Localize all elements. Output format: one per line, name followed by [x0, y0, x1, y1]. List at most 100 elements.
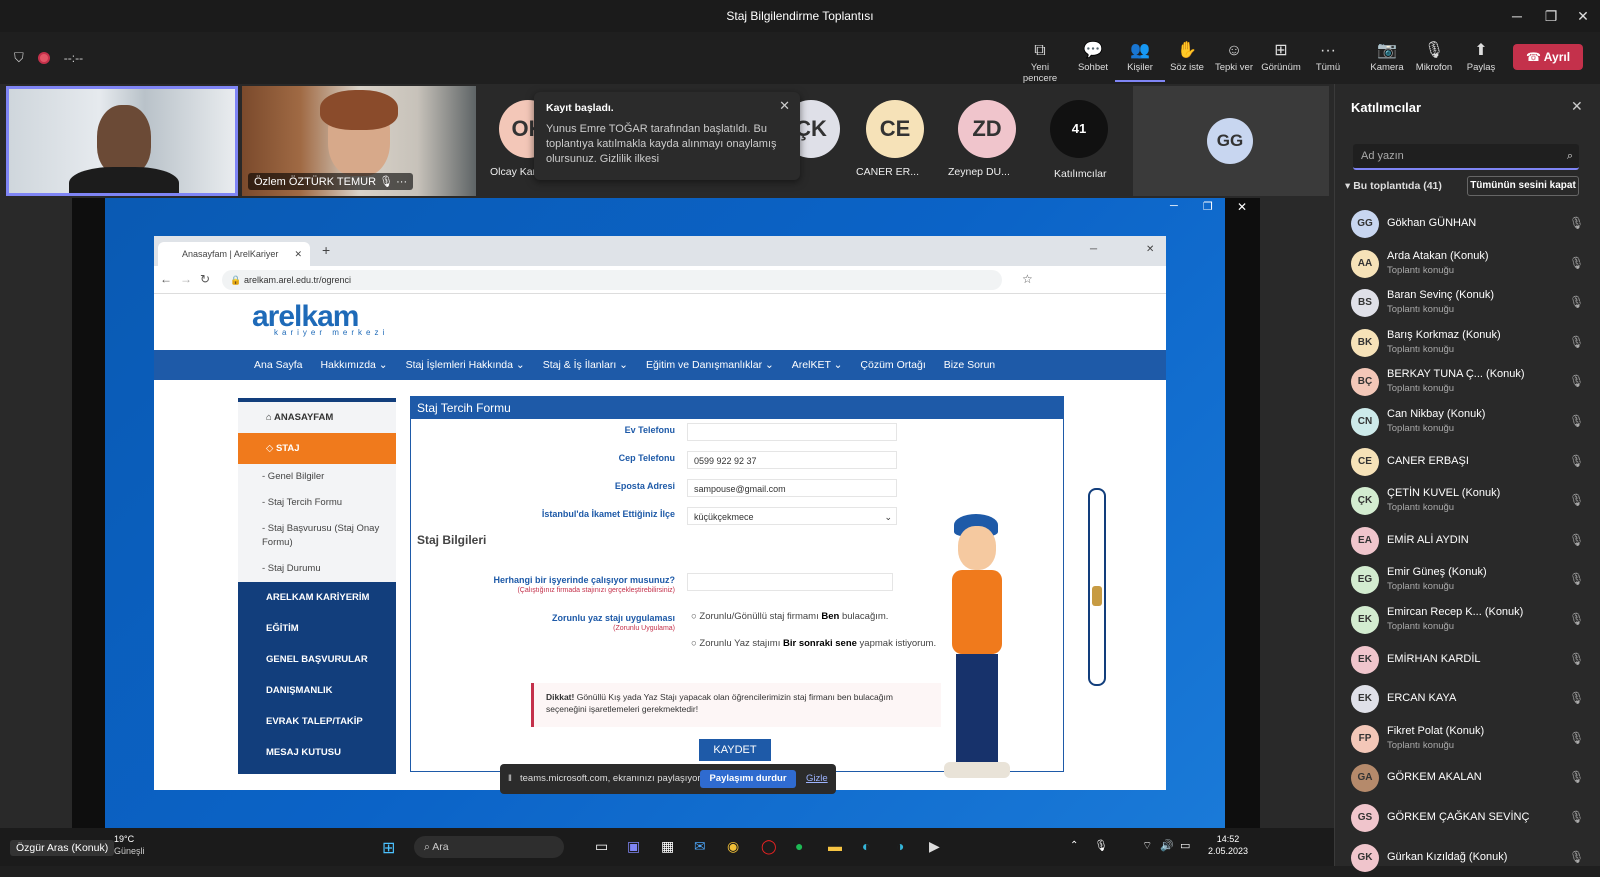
spotify-icon[interactable]: ●	[795, 838, 803, 854]
wifi-icon[interactable]: ⌔	[1142, 839, 1152, 853]
nav-home[interactable]: Ana Sayfa	[254, 359, 302, 371]
close-icon[interactable]: ✕	[1566, 0, 1600, 32]
video-tile-self[interactable]	[6, 86, 238, 196]
sidebar-item-mesaj[interactable]: MESAJ KUTUSU	[238, 737, 396, 768]
task-view-icon[interactable]: ▭	[595, 838, 608, 855]
microphone-icon[interactable]: 🎙	[1094, 839, 1108, 852]
mic-button[interactable]: 🎙Mikrofon	[1409, 40, 1459, 73]
in-meeting-header[interactable]: ▾ Bu toplantıda (41)	[1345, 180, 1442, 192]
reload-icon[interactable]: ↻	[200, 272, 210, 286]
participant-row[interactable]: EAEMİR ALİ AYDIN🎙	[1335, 521, 1600, 561]
chat-button[interactable]: 💬Sohbet	[1068, 40, 1118, 73]
edge-icon[interactable]: ◐	[862, 838, 870, 854]
drag-handle-icon[interactable]: ‖	[508, 764, 512, 794]
avatar-zeynep[interactable]: ZD	[958, 100, 1016, 158]
ilce-select[interactable]: küçükçekmece⌄	[687, 507, 897, 525]
participant-row[interactable]: FPFikret Polat (Konuk)Toplantı konuğu🎙	[1335, 719, 1600, 759]
participant-row[interactable]: ÇKÇETİN KUVEL (Konuk)Toplantı konuğu🎙	[1335, 481, 1600, 521]
minimize-icon[interactable]: ─	[1170, 200, 1178, 212]
participant-row[interactable]: GAGÖRKEM AKALAN🎙	[1335, 758, 1600, 798]
participant-row[interactable]: BKBarış Korkmaz (Konuk)Toplantı konuğu🎙	[1335, 323, 1600, 363]
sidebar-sub-general[interactable]: - Genel Bilgiler	[238, 464, 396, 490]
sidebar-item-home[interactable]: ⌂ ANASAYFAM	[238, 402, 396, 433]
arelkam-logo[interactable]: arelkamkariyer merkezi	[252, 300, 388, 337]
forward-icon[interactable]: →	[180, 272, 192, 286]
react-button[interactable]: ☺Tepki ver	[1209, 40, 1259, 73]
sidebar-sub-durum[interactable]: - Staj Durumu	[238, 556, 396, 582]
new-window-button[interactable]: ⧉Yeni pencere	[1015, 40, 1065, 84]
sidebar-sub-basvuru[interactable]: - Staj Başvurusu (Staj Onay Formu)	[238, 516, 396, 556]
avatar-caner[interactable]: CE	[866, 100, 924, 158]
participant-row[interactable]: EKEMİRHAN KARDİL🎙	[1335, 640, 1600, 680]
close-icon[interactable]: ✕	[1237, 200, 1247, 214]
participant-row[interactable]: AAArda Atakan (Konuk)Toplantı konuğu🎙	[1335, 244, 1600, 284]
nav-ask[interactable]: Bize Sorun	[944, 359, 995, 371]
participant-row[interactable]: BSBaran Sevinç (Konuk)Toplantı konuğu🎙	[1335, 283, 1600, 323]
participant-row[interactable]: CECANER ERBAŞI🎙	[1335, 442, 1600, 482]
video-tile-ozlem[interactable]: Özlem ÖZTÜRK TEMUR 🎙 ···	[242, 86, 476, 196]
opera-icon[interactable]: ◯	[761, 838, 777, 855]
nav-jobs[interactable]: Staj & İş İlanları ⌄	[543, 359, 628, 371]
mic-off-icon[interactable]: 🎙	[1569, 810, 1584, 824]
view-button[interactable]: ⊞Görünüm	[1256, 40, 1306, 73]
mic-off-icon[interactable]: 🎙	[1569, 572, 1584, 586]
minimize-icon[interactable]: ─	[1500, 0, 1534, 32]
chrome-icon[interactable]: ◉	[727, 838, 739, 855]
mic-off-icon[interactable]: 🎙	[1569, 374, 1584, 388]
stop-sharing-button[interactable]: Paylaşımı durdur	[700, 770, 796, 788]
participant-row[interactable]: GGGökhan GÜNHAN🎙	[1335, 204, 1600, 244]
ev-telefonu-input[interactable]	[687, 423, 897, 441]
nav-about[interactable]: Hakkımızda ⌄	[320, 359, 387, 371]
mic-off-icon[interactable]: 🎙	[1569, 770, 1584, 784]
sidebar-item-kariyerim[interactable]: ARELKAM KARİYERİM	[238, 582, 396, 613]
restore-icon[interactable]: ❐	[1203, 200, 1213, 213]
participant-row[interactable]: BÇBERKAY TUNA Ç... (Konuk)Toplantı konuğ…	[1335, 362, 1600, 402]
participant-row[interactable]: GKGürkan Kızıldağ (Konuk)🎙	[1335, 838, 1600, 877]
participant-row[interactable]: EKEmircan Recep K... (Konuk)Toplantı kon…	[1335, 600, 1600, 640]
mic-off-icon[interactable]: 🎙	[1569, 850, 1584, 864]
nav-training[interactable]: Eğitim ve Danışmanlıklar ⌄	[646, 359, 774, 371]
windows-start-icon[interactable]: ⊞	[382, 838, 395, 858]
people-button[interactable]: 👥Kişiler	[1115, 40, 1165, 82]
mic-off-icon[interactable]: 🎙	[1569, 652, 1584, 666]
sidebar-item-staj[interactable]: ◇ STAJ	[238, 433, 396, 464]
nav-arelket[interactable]: ArelKET ⌄	[792, 359, 843, 371]
work-input[interactable]	[687, 573, 893, 591]
leave-button[interactable]: ☎ Ayrıl	[1513, 44, 1583, 70]
mic-off-icon[interactable]: 🎙	[1569, 493, 1584, 507]
cep-telefonu-input[interactable]: 0599 922 92 37	[687, 451, 897, 469]
more-participants-button[interactable]: 41	[1050, 100, 1108, 158]
participant-row[interactable]: GSGÖRKEM ÇAĞKAN SEVİNÇ🎙	[1335, 798, 1600, 838]
mic-off-icon[interactable]: 🎙	[1569, 216, 1584, 230]
nav-partner[interactable]: Çözüm Ortağı	[860, 359, 925, 371]
close-icon[interactable]: ✕	[294, 242, 302, 266]
close-icon[interactable]: ✕	[779, 98, 790, 114]
scroll-slider[interactable]	[1088, 488, 1106, 686]
mic-off-icon[interactable]: 🎙	[1569, 612, 1584, 626]
camera-button[interactable]: 📷Kamera	[1362, 40, 1412, 73]
mic-off-icon[interactable]: 🎙	[1569, 454, 1584, 468]
new-tab-icon[interactable]: +	[322, 242, 330, 258]
video-tile-gg[interactable]: GG	[1133, 86, 1329, 196]
mic-off-icon[interactable]: 🎙	[1569, 335, 1584, 349]
mic-off-icon[interactable]: 🎙	[1569, 295, 1584, 309]
restore-icon[interactable]: ❐	[1534, 0, 1568, 32]
teams-icon[interactable]: ▣	[627, 838, 640, 855]
mute-all-button[interactable]: Tümünün sesini kapat	[1467, 176, 1579, 196]
chevron-up-icon[interactable]: ⌃	[1070, 840, 1078, 851]
mic-off-icon[interactable]: 🎙	[1569, 731, 1584, 745]
mic-off-icon[interactable]: 🎙	[1569, 691, 1584, 705]
participant-row[interactable]: EGEmir Güneş (Konuk)Toplantı konuğu🎙	[1335, 560, 1600, 600]
kaydet-button[interactable]: KAYDET	[699, 739, 771, 761]
hide-link[interactable]: Gizle	[806, 764, 828, 794]
clock-time[interactable]: 14:52	[1206, 834, 1250, 844]
mic-off-icon[interactable]: 🎙	[1569, 414, 1584, 428]
radio-option-ben[interactable]: ○ Zorunlu/Gönüllü staj firmamı Ben bulac…	[691, 611, 888, 622]
minimize-icon[interactable]: ─	[1090, 244, 1097, 255]
battery-icon[interactable]: ▭	[1180, 839, 1190, 852]
calculator-icon[interactable]: ▦	[661, 838, 674, 855]
taskbar-search[interactable]: ⌕ Ara	[414, 836, 564, 858]
weather-temp[interactable]: 19°C	[114, 834, 134, 844]
mail-icon[interactable]: ✉	[694, 838, 706, 855]
participant-row[interactable]: EKERCAN KAYA🎙	[1335, 679, 1600, 719]
